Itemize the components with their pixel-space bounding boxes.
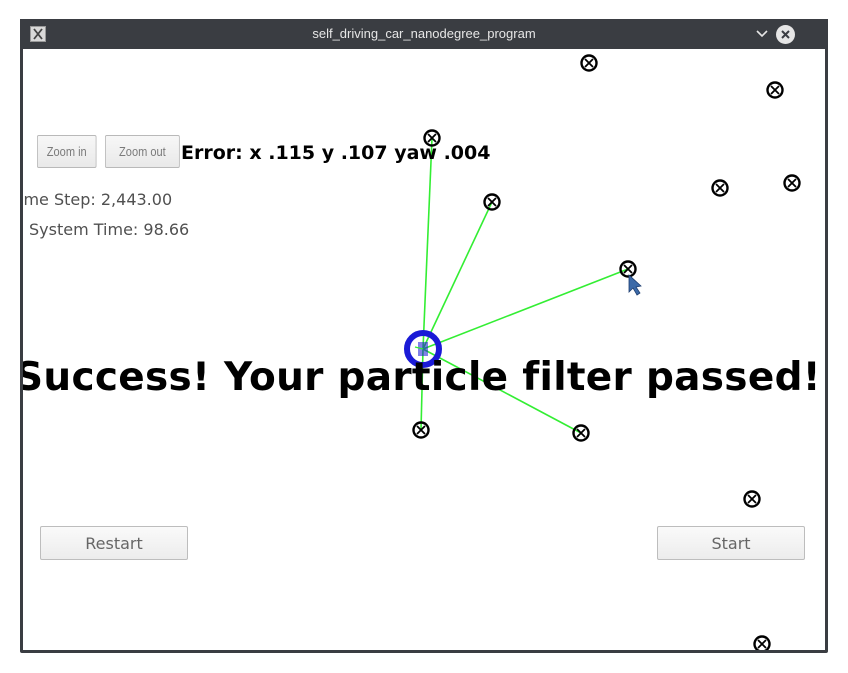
title-bar[interactable]: self_driving_car_nanodegree_program bbox=[20, 19, 828, 49]
simulation-canvas[interactable]: Zoom in Zoom out Error: x .115 y .107 ya… bbox=[23, 49, 825, 650]
window-title: self_driving_car_nanodegree_program bbox=[312, 26, 536, 41]
observation-line bbox=[422, 268, 629, 350]
success-message: Success! Your particle filter passed! bbox=[23, 355, 821, 400]
system-time-readout: System Time: 98.66 bbox=[29, 220, 190, 239]
zoom-out-button[interactable]: Zoom out bbox=[105, 135, 180, 168]
circle-cross-icon bbox=[753, 635, 771, 650]
circle-cross-icon bbox=[743, 490, 761, 508]
circle-cross-icon bbox=[619, 260, 637, 278]
circle-cross-icon bbox=[766, 81, 784, 99]
simulator-window: self_driving_car_nanodegree_program Zoom… bbox=[20, 19, 828, 653]
time-step-readout: ime Step: 2,443.00 bbox=[23, 190, 173, 209]
restart-button[interactable]: Restart bbox=[40, 526, 188, 560]
circle-cross-icon bbox=[572, 424, 590, 442]
pointer-cursor-icon bbox=[628, 274, 642, 296]
circle-cross-icon bbox=[711, 179, 729, 197]
circle-cross-icon bbox=[580, 54, 598, 72]
chevron-down-icon[interactable] bbox=[753, 25, 771, 43]
circle-cross-icon bbox=[483, 193, 501, 211]
error-readout: Error: x .115 y .107 yaw .004 bbox=[181, 142, 491, 164]
zoom-in-button[interactable]: Zoom in bbox=[37, 135, 97, 168]
circle-cross-icon bbox=[783, 174, 801, 192]
close-icon[interactable] bbox=[776, 25, 795, 44]
start-button[interactable]: Start bbox=[657, 526, 805, 560]
observation-line bbox=[422, 137, 433, 350]
